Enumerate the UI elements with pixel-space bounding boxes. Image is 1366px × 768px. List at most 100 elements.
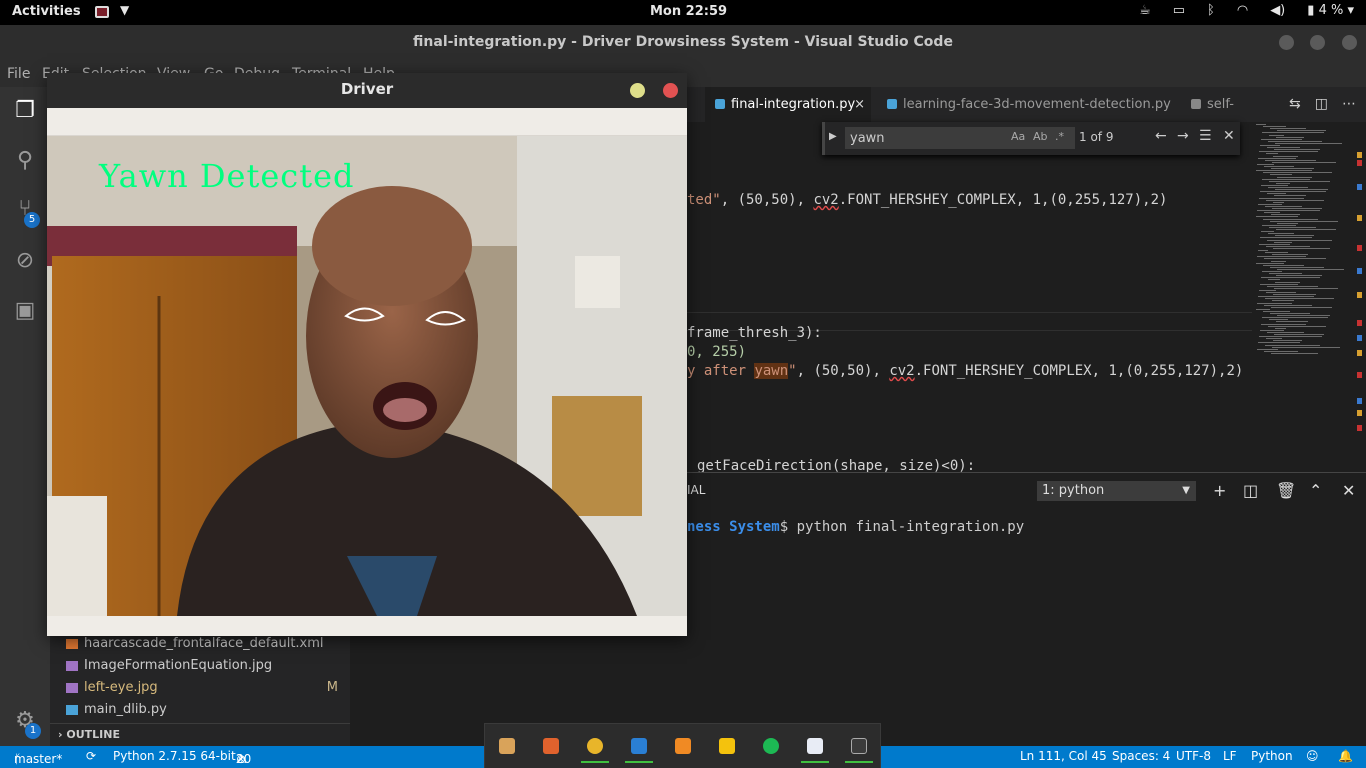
regex-toggle[interactable]: .* (1055, 130, 1064, 143)
minimap-line (1260, 283, 1298, 285)
whole-word-toggle[interactable]: Ab (1033, 130, 1048, 143)
minimap-line (1259, 243, 1290, 245)
minimap-line (1265, 205, 1302, 207)
minimap-line (1277, 130, 1326, 132)
file-item[interactable]: main_dlib.py (66, 699, 350, 721)
language-mode[interactable]: Python (1251, 749, 1293, 763)
more-icon[interactable]: ⋯ (1342, 96, 1356, 112)
menu-file[interactable]: File (7, 66, 30, 82)
match-case-toggle[interactable]: Aa (1011, 130, 1025, 143)
terminal-icon[interactable] (851, 738, 867, 754)
add-terminal-icon[interactable]: + (1213, 481, 1226, 500)
explorer-icon[interactable]: ❐ (11, 97, 39, 125)
toggle-replace-icon[interactable]: ▶ (829, 131, 837, 142)
scrollbar-marker (1357, 268, 1362, 274)
screen-icon[interactable]: ▭ (1173, 3, 1185, 18)
terminal-output[interactable]: ness System$ python final-integration.py (687, 519, 1024, 535)
sublime-icon[interactable] (675, 738, 691, 754)
minimap-line (1256, 262, 1284, 264)
search-icon[interactable]: ⚲ (11, 147, 39, 175)
maximize-panel-icon[interactable]: ⌃ (1309, 481, 1322, 500)
minimap-line (1275, 281, 1300, 283)
bell-icon[interactable]: 🔔 (1338, 749, 1353, 763)
activities-button[interactable]: Activities (12, 4, 81, 19)
close-icon[interactable]: × (854, 87, 865, 122)
minimap-line (1267, 147, 1300, 149)
scrollbar-marker (1357, 215, 1362, 221)
tab-learning-face[interactable]: learning-face-3d-movement-detection.py (877, 87, 1177, 122)
close-window-button[interactable] (663, 83, 678, 98)
code-editor[interactable]: ted", (50,50), cv2.FONT_HERSHEY_COMPLEX,… (687, 122, 1252, 472)
minimap-line (1276, 275, 1322, 277)
next-match-button[interactable]: → (1177, 128, 1189, 144)
volume-icon[interactable]: ◀) (1270, 3, 1285, 18)
system-top-bar: Activities ▼ Mon 22:59 ☕ ▭ ᛒ ◠ ◀) ▮ 4 % … (0, 0, 1366, 25)
minimap-line (1256, 216, 1298, 218)
tab-terminal[interactable]: IAL (687, 483, 705, 497)
minimap-line (1257, 256, 1306, 258)
minimap-line (1263, 172, 1332, 174)
maximize-button[interactable] (1310, 35, 1325, 50)
previous-match-button[interactable]: ← (1155, 128, 1167, 144)
files-icon[interactable] (499, 738, 515, 754)
scrollbar-marker (1357, 184, 1362, 190)
tab-self-notes[interactable]: self-notes (1181, 87, 1269, 147)
close-find-button[interactable]: ✕ (1223, 128, 1235, 144)
wifi-icon[interactable]: ◠ (1237, 3, 1248, 18)
terminal-select[interactable]: 1: python ▼ (1037, 481, 1196, 501)
code-line: y after yawn", (50,50), cv2.FONT_HERSHEY… (687, 363, 1244, 379)
file-item[interactable]: haarcascade_frontalface_default.xml (66, 633, 350, 655)
file-name: haarcascade_frontalface_default.xml (84, 636, 324, 651)
debug-icon[interactable]: ⊘ (11, 247, 39, 275)
find-in-selection-icon[interactable]: ☰ (1199, 128, 1212, 144)
tab-final-integration[interactable]: final-integration.py × (705, 87, 871, 122)
software-icon[interactable] (543, 738, 559, 754)
split-editor-icon[interactable]: ◫ (1315, 96, 1328, 112)
compare-icon[interactable]: ⇆ (1289, 96, 1301, 112)
minimap-line (1277, 176, 1312, 178)
file-name: left-eye.jpg (84, 680, 158, 695)
coffee-icon[interactable]: ☕ (1139, 3, 1151, 18)
battery-indicator[interactable]: ▮ 4 % ▾ (1307, 3, 1354, 18)
file-item[interactable]: ImageFormationEquation.jpg (66, 655, 350, 677)
app-menu-icon[interactable] (95, 6, 109, 18)
sync-icon[interactable]: ⟳ (86, 749, 96, 763)
dock (484, 723, 881, 768)
minimize-button[interactable] (1279, 35, 1294, 50)
camera-feed: Yawn Detected (47, 136, 687, 616)
file-item[interactable]: left-eye.jpg M (66, 677, 350, 699)
chrome-icon[interactable] (587, 738, 603, 754)
minimize-button[interactable] (630, 83, 645, 98)
minimap-line (1263, 126, 1286, 128)
indentation[interactable]: Spaces: 4 (1112, 749, 1170, 763)
python-interpreter[interactable]: Python 2.7.15 64-bit (113, 749, 236, 763)
minimap-line (1258, 157, 1296, 159)
close-panel-icon[interactable]: ✕ (1342, 481, 1355, 500)
bluetooth-icon[interactable]: ᛒ (1207, 3, 1215, 18)
spotify-icon[interactable] (763, 738, 779, 754)
cursor-position[interactable]: Ln 111, Col 45 (1020, 749, 1107, 763)
battery-percent: 4 % (1318, 3, 1344, 18)
vscode-icon[interactable] (631, 738, 647, 754)
docs-icon[interactable] (807, 738, 823, 754)
keep-icon[interactable] (719, 738, 735, 754)
minimap-line (1267, 331, 1304, 333)
minimap-line (1268, 140, 1322, 142)
minimap-line (1274, 149, 1320, 151)
chevron-down-icon[interactable]: ▼ (120, 3, 129, 17)
line-ending[interactable]: LF (1223, 749, 1237, 763)
system-tray[interactable]: ☕ ▭ ᛒ ◠ ◀) ▮ 4 % ▾ (1139, 3, 1354, 18)
minimap-line (1269, 273, 1302, 275)
feedback-icon[interactable]: ☺ (1306, 749, 1319, 763)
encoding[interactable]: UTF-8 (1176, 749, 1211, 763)
split-terminal-icon[interactable]: ◫ (1243, 481, 1258, 500)
find-result-count: 1 of 9 (1079, 130, 1114, 144)
minimap-line (1270, 174, 1292, 176)
minimap[interactable] (1252, 122, 1366, 472)
extensions-icon[interactable]: ▣ (11, 297, 39, 325)
clock[interactable]: Mon 22:59 (650, 4, 727, 19)
close-window-button[interactable] (1342, 35, 1357, 50)
trash-icon[interactable]: 🗑 (1276, 481, 1296, 500)
outline-section[interactable]: › OUTLINE (50, 723, 350, 745)
minimap-line (1259, 197, 1304, 199)
